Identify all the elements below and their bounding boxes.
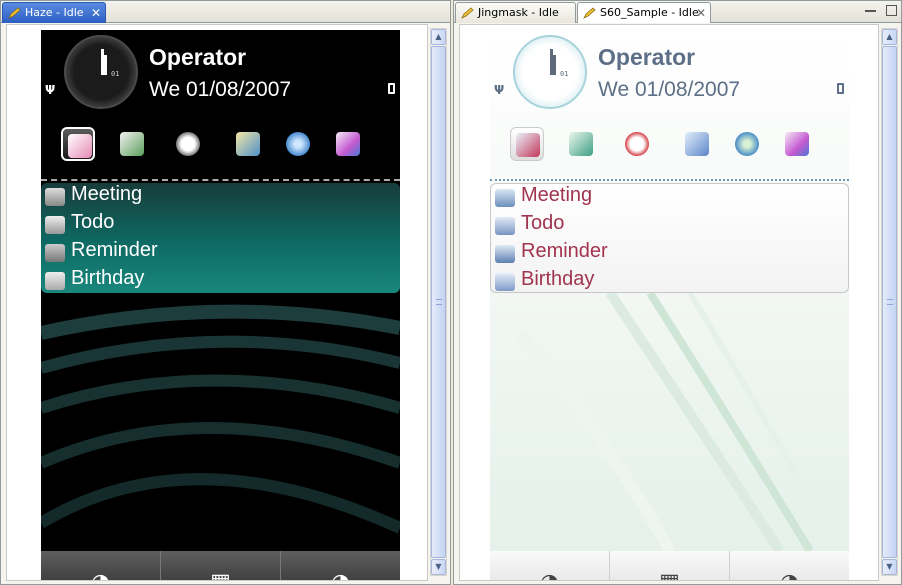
softkey-left[interactable]: ◔ [490,551,609,581]
calendar-item-label: Reminder [71,239,158,261]
date-label: We 01/08/2007 [598,78,741,101]
calendar-item-label: Reminder [521,240,608,262]
operator-name: Operator [598,44,696,70]
web-icon[interactable] [730,127,764,161]
right-tab-bar: Jingmask - Idle S60_Sample - Idle ✕ [454,1,901,23]
alarm-icon[interactable] [620,127,654,161]
calendar-item-label: Meeting [521,184,593,206]
calendar-item-label: Birthday [521,268,595,290]
background-waves [515,293,843,551]
right-preview-viewport: 01 Operator We 01/08/2007 Ψ Meeting Todo… [459,24,879,581]
connect-icon: ◔ [86,572,116,581]
maximize-icon[interactable] [886,5,897,16]
softkey-middle[interactable]: ▦ [609,551,729,581]
battery-icon [388,83,395,94]
right-editor-pane: Jingmask - Idle S60_Sample - Idle ✕ 01 O… [453,0,902,585]
softkey-right[interactable]: ◑ [280,551,400,581]
softkey-bar: ◔ ▦ ◑ [41,551,400,581]
signal-icon: Ψ [494,83,505,97]
left-tab-bar: Haze - Idle ✕ [1,1,450,23]
meeting-icon [45,188,65,206]
close-icon[interactable]: ✕ [696,3,706,23]
reminder-icon [45,244,65,262]
left-preview-viewport: 01 Operator We 01/08/2007 Ψ Meeting Todo… [6,24,428,581]
grip-icon [436,299,442,305]
tab-s60-sample-idle[interactable]: S60_Sample - Idle ✕ [577,2,711,23]
clock-minute-hand [104,55,107,75]
clock-digits: 01 [560,70,569,78]
calendar-item-label: Todo [521,212,565,234]
signal-icon: Ψ [45,83,56,97]
power-icon: ◑ [326,572,356,581]
menu-icon: ▦ [206,572,236,581]
contacts-icon[interactable] [115,127,149,161]
background-waves [41,304,400,534]
theme-pencil-icon [583,7,596,19]
contacts-icon[interactable] [564,127,598,161]
scroll-down-button[interactable]: ▼ [882,559,897,575]
tab-jingmask-idle[interactable]: Jingmask - Idle [455,2,576,23]
left-editor-pane: Haze - Idle ✕ 01 Operator We 01/08/2007 … [0,0,451,585]
web-icon[interactable] [281,127,315,161]
scroll-up-button[interactable]: ▲ [431,29,446,45]
analog-clock: 01 [64,35,138,109]
scroll-thumb[interactable] [431,46,446,558]
birthday-icon [45,272,65,290]
media-icon[interactable] [680,127,714,161]
connect-icon: ◔ [535,572,565,581]
clock-minute-hand [553,55,556,75]
jingmask-phone-screen: 01 Operator We 01/08/2007 Ψ Meeting Todo… [490,30,849,581]
theme-pencil-icon [461,7,474,19]
shortcut-bar [61,127,380,167]
battery-icon [837,83,844,94]
grip-icon [887,299,893,305]
scroll-down-button[interactable]: ▼ [431,559,446,575]
todo-icon [45,216,65,234]
calendar-panel[interactable]: Meeting Todo Reminder Birthday [490,183,849,293]
scroll-up-button[interactable]: ▲ [882,29,897,45]
haze-phone-screen: 01 Operator We 01/08/2007 Ψ Meeting Todo… [41,30,400,581]
clock-digits: 01 [111,70,120,78]
window-controls [860,5,897,24]
messaging-icon[interactable] [61,127,95,161]
date-label: We 01/08/2007 [149,78,292,101]
shortcut-bar [510,127,829,167]
softkey-right[interactable]: ◑ [729,551,849,581]
shortcut-divider [490,179,849,181]
calendar-panel[interactable]: Meeting Todo Reminder Birthday [41,183,400,293]
themes-icon[interactable] [331,127,365,161]
birthday-icon [495,273,515,291]
power-icon: ◑ [775,572,805,581]
softkey-left[interactable]: ◔ [41,551,160,581]
analog-clock: 01 [513,35,587,109]
clock-icon[interactable] [171,127,205,161]
close-icon[interactable]: ✕ [91,3,101,23]
right-vertical-scrollbar[interactable]: ▲ ▼ [881,28,898,576]
minimize-icon[interactable] [864,5,876,12]
tab-haze-idle[interactable]: Haze - Idle ✕ [2,2,106,23]
menu-icon: ▦ [655,572,685,581]
tab-haze-label: Haze - Idle [25,6,84,19]
tab-s60-label: S60_Sample - Idle [600,6,699,19]
scroll-thumb[interactable] [882,46,897,558]
softkey-bar: ◔ ▦ ◑ [490,551,849,581]
meeting-icon [495,189,515,207]
gallery-icon[interactable] [231,127,265,161]
themes-icon[interactable] [780,127,814,161]
softkey-middle[interactable]: ▦ [160,551,280,581]
theme-pencil-icon [8,7,21,19]
messaging-icon[interactable] [510,127,544,161]
left-vertical-scrollbar[interactable]: ▲ ▼ [430,28,447,576]
tab-jingmask-label: Jingmask - Idle [478,6,559,19]
reminder-icon [495,245,515,263]
shortcut-divider [41,179,400,181]
operator-name: Operator [149,44,247,70]
calendar-item-label: Birthday [71,267,145,289]
calendar-item-label: Todo [71,211,115,233]
todo-icon [495,217,515,235]
calendar-item-label: Meeting [71,183,143,205]
